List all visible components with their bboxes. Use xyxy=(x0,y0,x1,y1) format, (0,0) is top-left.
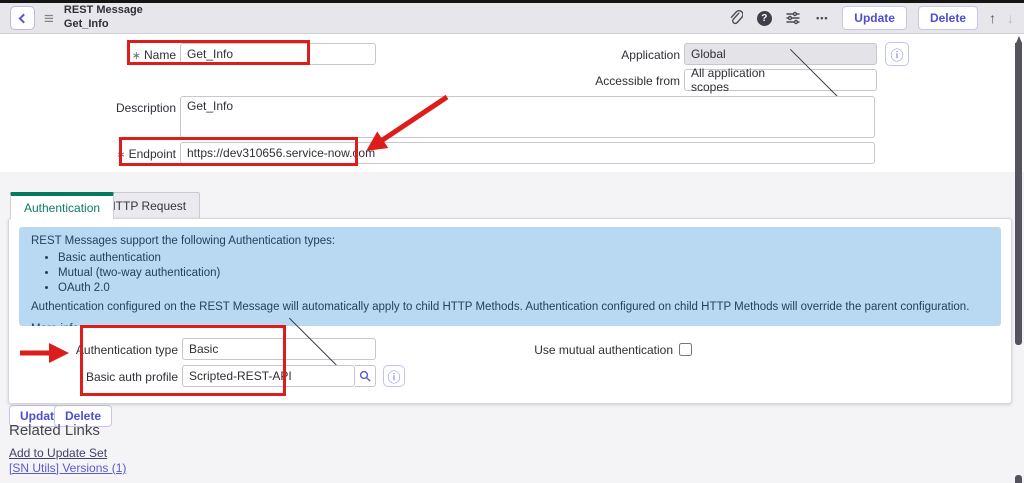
info-intro: REST Messages support the following Auth… xyxy=(31,234,989,248)
application-input xyxy=(684,43,877,65)
info-note: Authentication configured on the REST Me… xyxy=(31,300,989,314)
basic-auth-profile-info-icon[interactable] xyxy=(383,365,405,387)
chevron-left-icon xyxy=(19,13,29,23)
authentication-panel: REST Messages support the following Auth… xyxy=(8,218,1012,404)
context-menu-icon[interactable] xyxy=(44,10,54,27)
scrollbar-bottom-segment[interactable] xyxy=(1015,475,1022,483)
back-button[interactable] xyxy=(10,6,35,30)
tab-authentication[interactable]: Authentication xyxy=(10,192,114,219)
application-label: Application xyxy=(560,45,680,65)
basic-auth-profile-input[interactable] xyxy=(182,365,355,387)
authentication-info-message: REST Messages support the following Auth… xyxy=(19,227,1001,326)
accessible-from-select[interactable]: All application scopes xyxy=(684,69,877,91)
header-update-button[interactable]: Update xyxy=(842,6,907,30)
list-item: OAuth 2.0 xyxy=(58,281,989,295)
endpoint-input[interactable] xyxy=(180,142,875,164)
name-input[interactable] xyxy=(180,43,376,65)
required-indicator: ∗ xyxy=(132,50,141,62)
description-label: Description xyxy=(100,98,176,118)
scrollbar[interactable] xyxy=(1015,43,1022,345)
scrollbar-thumb-tip[interactable] xyxy=(1016,36,1022,43)
required-indicator: ∗ xyxy=(116,149,125,161)
more-options-icon[interactable] xyxy=(813,9,831,27)
related-links-title: Related Links xyxy=(9,422,100,439)
header-actions: Update Delete xyxy=(726,6,1014,30)
rest-message-form: ∗Name Application Accessible from All ap… xyxy=(0,34,1024,172)
authentication-type-select[interactable]: Basic xyxy=(182,338,376,360)
personalize-form-icon[interactable] xyxy=(784,9,802,27)
paperclip-icon[interactable] xyxy=(726,9,744,27)
more-info-link[interactable]: More info xyxy=(31,322,79,326)
basic-auth-profile-label: Basic auth profile xyxy=(29,367,178,388)
application-info-icon[interactable] xyxy=(885,42,909,66)
page-title: REST Message Get_Info xyxy=(64,4,143,32)
page-title-type: REST Message xyxy=(64,4,143,18)
add-to-update-set-link[interactable]: Add to Update Set xyxy=(9,446,107,460)
auth-types-list: Basic authentication Mutual (two-way aut… xyxy=(58,251,989,295)
accessible-from-label: Accessible from xyxy=(540,71,680,91)
help-icon[interactable] xyxy=(755,9,773,27)
use-mutual-authentication-label: Use mutual authentication xyxy=(473,340,673,361)
list-item: Basic authentication xyxy=(58,251,989,265)
sn-utils-versions-link[interactable]: [SN Utils] Versions (1) xyxy=(9,461,126,475)
endpoint-label: ∗Endpoint xyxy=(100,144,176,165)
authentication-type-label: Authentication type xyxy=(29,340,178,361)
header-delete-button[interactable]: Delete xyxy=(918,6,978,30)
page-title-record: Get_Info xyxy=(64,18,143,32)
description-textarea[interactable]: Get_Info xyxy=(180,96,875,138)
previous-record-icon[interactable] xyxy=(989,10,996,26)
list-item: Mutual (two-way authentication) xyxy=(58,266,989,280)
name-label: ∗Name xyxy=(100,45,176,66)
form-header-bar: REST Message Get_Info Update Delete xyxy=(0,3,1024,34)
next-record-icon xyxy=(1007,10,1014,26)
tabbed-section: Authentication HTTP Request REST Message… xyxy=(0,172,1024,483)
search-icon[interactable] xyxy=(355,365,376,387)
use-mutual-authentication-checkbox[interactable] xyxy=(679,343,692,356)
